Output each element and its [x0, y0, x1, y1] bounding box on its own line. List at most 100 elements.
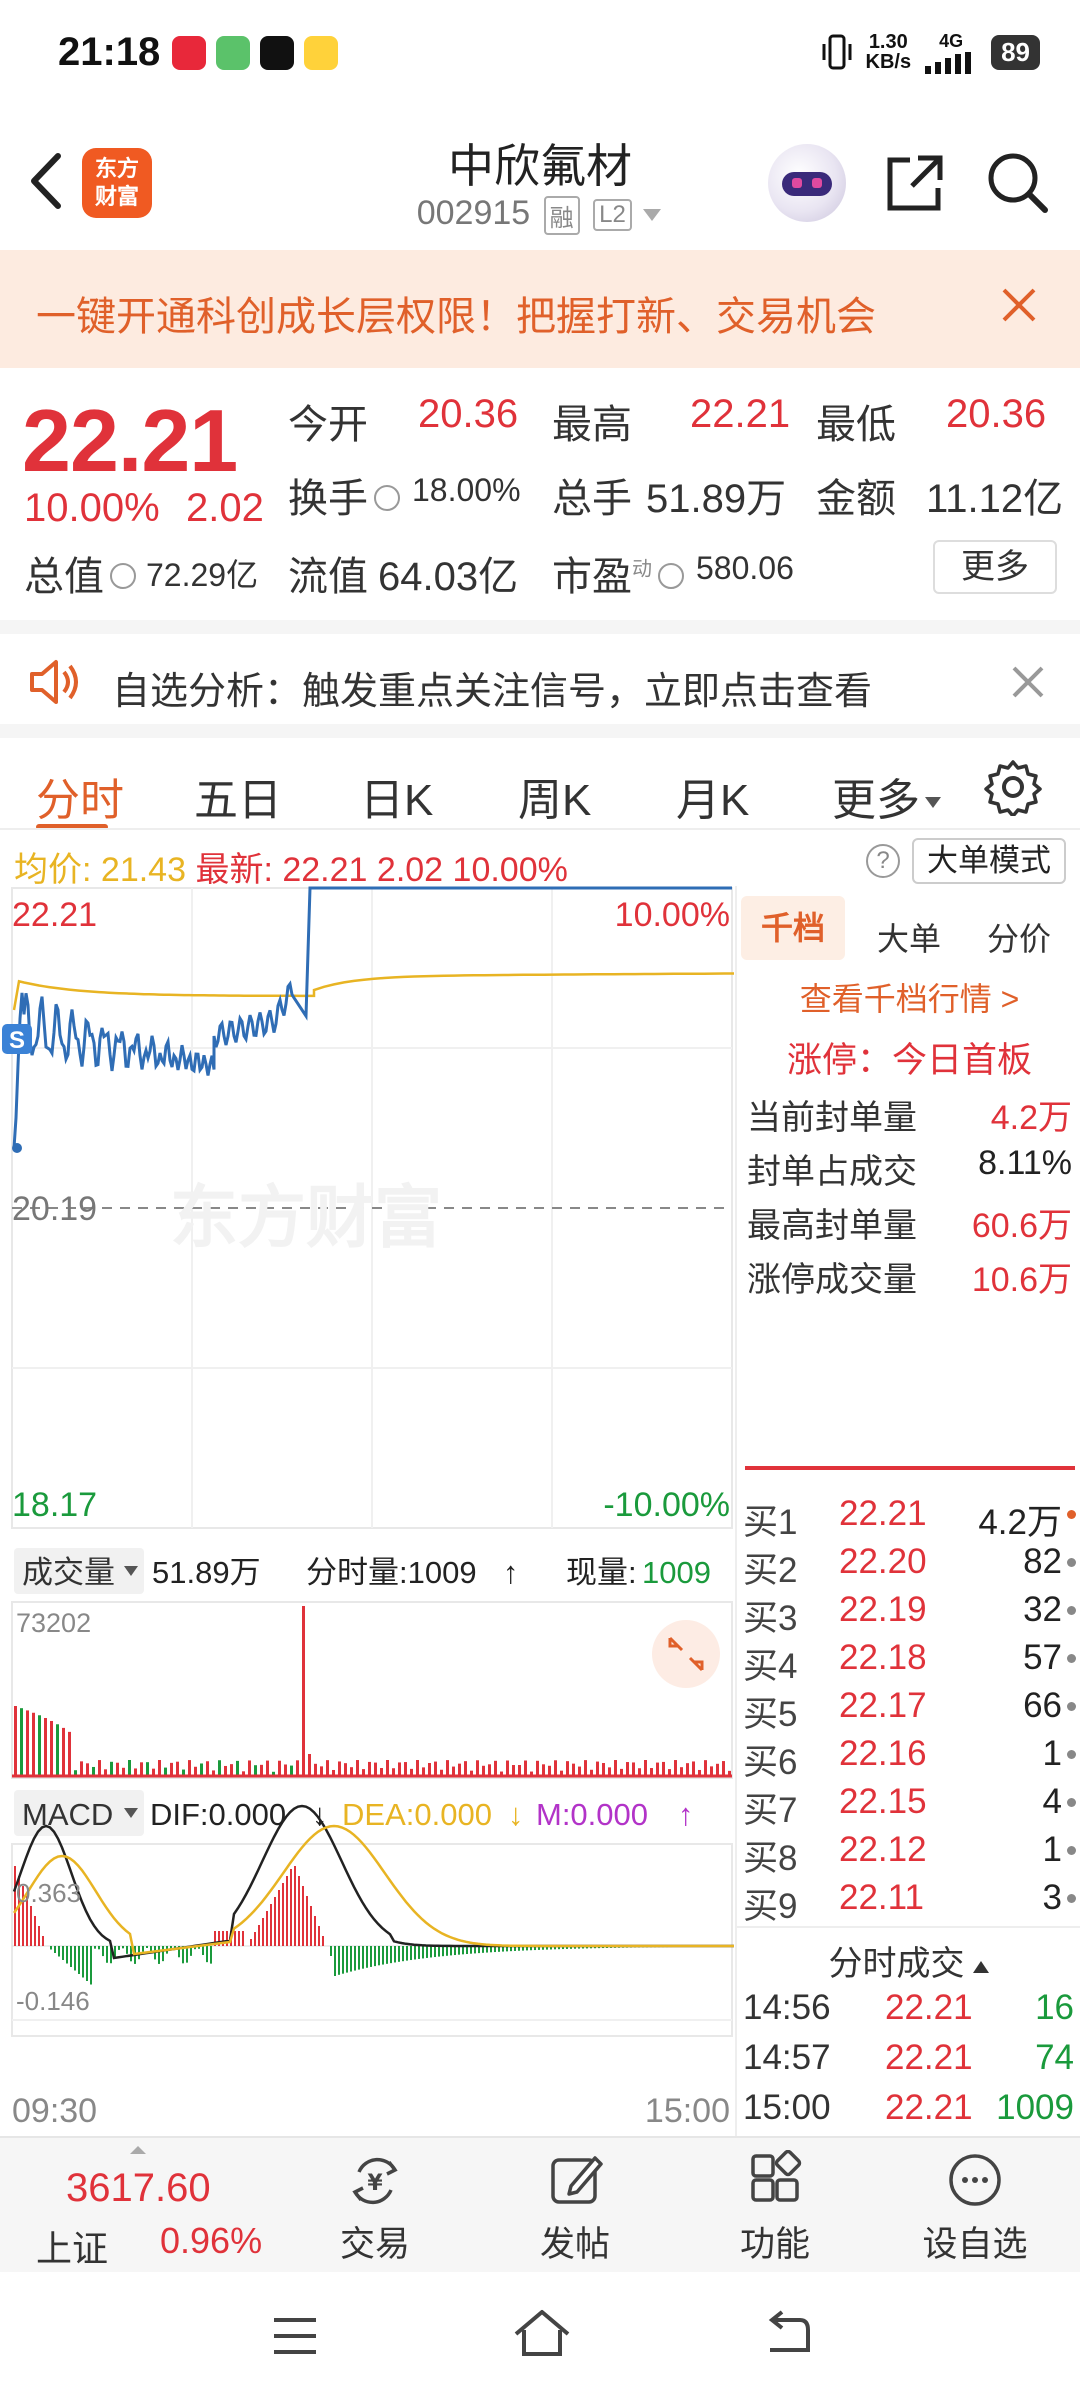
post-icon [551, 2156, 603, 2204]
volume-bar [158, 1760, 161, 1776]
expand-button[interactable] [652, 1620, 720, 1688]
bid-row[interactable]: 买1 22.21 4.2万 [743, 1494, 1078, 1542]
open-label: 今开 [288, 403, 368, 447]
signal-marker-text: S [9, 1027, 25, 1054]
volume-bar [200, 1763, 203, 1776]
pe-label-text: 市盈 [552, 555, 632, 599]
dropdown-triangle-icon [643, 209, 662, 222]
pe-label: 市盈动 [552, 544, 690, 602]
avg-label: 均价: [14, 851, 92, 889]
info-icon[interactable] [658, 563, 684, 590]
macd-bar [338, 1946, 340, 1975]
watchlist-notice[interactable]: 自选分析：触发重点关注信号，立即点击查看 [0, 620, 1080, 724]
volume-bar [434, 1761, 437, 1776]
info-icon[interactable] [374, 485, 400, 512]
macd-bar [254, 1932, 256, 1946]
share-button[interactable] [882, 150, 948, 216]
macd-bar [342, 1946, 344, 1974]
big-order-mode-button[interactable]: 大单模式 [912, 838, 1066, 884]
tab-more[interactable]: 更多 [832, 764, 942, 828]
volume-bar [602, 1763, 605, 1776]
macd-bar [458, 1946, 460, 1955]
volume-bar [512, 1765, 515, 1776]
nav-trade[interactable]: ¥ 交易 [300, 2150, 450, 2267]
tab-five-day[interactable]: 五日 [194, 764, 282, 828]
expand-up-icon[interactable] [128, 2144, 148, 2156]
tab-daily-k[interactable]: 日K [360, 764, 433, 828]
help-icon[interactable]: ? [866, 844, 900, 878]
volume-bar [116, 1762, 119, 1776]
search-button[interactable] [985, 150, 1051, 216]
add-watchlist-icon [949, 2154, 1001, 2206]
macd-bar [82, 1946, 84, 1978]
bid-dot [1067, 1894, 1076, 1903]
menu-icon[interactable] [270, 2314, 320, 2358]
macd-bar [406, 1946, 408, 1961]
margin-tag: 融 [543, 195, 580, 235]
bid-row[interactable]: 买4 22.18 57 [743, 1638, 1078, 1686]
nav-post[interactable]: 发帖 [500, 2150, 650, 2267]
volume-bar [428, 1763, 431, 1776]
volume-bar [326, 1760, 329, 1776]
tab-thousand-level[interactable]: 千档 [741, 896, 845, 960]
promo-close-button[interactable] [994, 280, 1044, 330]
index-value[interactable]: 3617.60 [66, 2166, 211, 2211]
bid-row[interactable]: 买9 22.11 3 [743, 1878, 1078, 1926]
more-quote-button[interactable]: 更多 [933, 540, 1057, 594]
bid-row[interactable]: 买3 22.19 32 [743, 1590, 1078, 1638]
turnover-label: 换手 [288, 466, 406, 524]
bid-row[interactable]: 买2 22.20 82 [743, 1542, 1078, 1590]
info-icon[interactable] [110, 563, 136, 590]
function-icon [751, 2150, 802, 2202]
top-pct-label: 10.00% [615, 896, 730, 934]
bid-row[interactable]: 买5 22.17 66 [743, 1686, 1078, 1734]
bid-price: 22.21 [839, 1494, 927, 1533]
bid-row[interactable]: 买8 22.12 1 [743, 1830, 1078, 1878]
macd-bar [50, 1946, 52, 1950]
macd-bar [414, 1946, 416, 1960]
macd-bar [346, 1946, 348, 1973]
volume-bar [524, 1760, 527, 1776]
nav-add-watchlist[interactable]: 设自选 [900, 2150, 1050, 2267]
tab-big-order[interactable]: 大单 [877, 914, 941, 960]
macd-bar [302, 1886, 304, 1946]
volume-bar [674, 1760, 677, 1776]
promo-banner[interactable]: 一键开通科创成长层权限！把握打新、交易机会 [0, 250, 1080, 368]
bid-row[interactable]: 买6 22.16 1 [743, 1734, 1078, 1782]
home-icon[interactable] [512, 2308, 572, 2360]
intraday-chart[interactable]: 东方财富 S 22.21 10.00% 20.19 18.17 -10.00% … [0, 886, 735, 2136]
volume-bar [206, 1761, 209, 1776]
current-price: 22.21 [22, 391, 238, 490]
bid-price: 22.18 [839, 1638, 927, 1677]
macd-bar [206, 1946, 208, 1963]
bid-dot [1067, 1846, 1076, 1855]
volume-bar [230, 1764, 233, 1776]
current-volume-value: 1009 [642, 1555, 711, 1590]
pe-value: 580.06 [696, 550, 794, 586]
svg-text:¥: ¥ [367, 2171, 383, 2196]
tab-price-distribution[interactable]: 分价 [987, 914, 1051, 960]
notice-close-button[interactable] [1006, 660, 1050, 704]
volume-bar [368, 1761, 371, 1776]
settings-gear-icon[interactable] [984, 758, 1042, 816]
tab-intraday[interactable]: 分时 [36, 764, 124, 828]
bid-price: 22.19 [839, 1590, 927, 1629]
view-thousand-level-link[interactable]: 查看千档行情 > [737, 974, 1080, 1020]
volume-bar [536, 1760, 539, 1776]
macd-bar [402, 1946, 404, 1962]
volume-bar [38, 1715, 41, 1776]
tab-weekly-k[interactable]: 周K [518, 764, 591, 828]
tick-trades-header[interactable]: 分时成交 [737, 1936, 1080, 1985]
bid-row[interactable]: 买7 22.15 4 [743, 1782, 1078, 1830]
macd-bar [462, 1946, 464, 1955]
bid-label: 买7 [743, 1791, 798, 1830]
intraday-chart-area[interactable]: 东方财富 S 22.21 10.00% 20.19 18.17 -10.00% … [0, 886, 735, 2136]
open-value: 20.36 [418, 392, 519, 436]
nav-function[interactable]: 功能 [700, 2150, 850, 2267]
macd-bar [454, 1946, 456, 1956]
tab-monthly-k[interactable]: 月K [676, 764, 749, 828]
bid-dot [1067, 1798, 1076, 1807]
macd-bar [418, 1946, 420, 1959]
back-nav-icon[interactable] [760, 2310, 812, 2358]
ai-assistant-avatar[interactable] [768, 144, 846, 222]
